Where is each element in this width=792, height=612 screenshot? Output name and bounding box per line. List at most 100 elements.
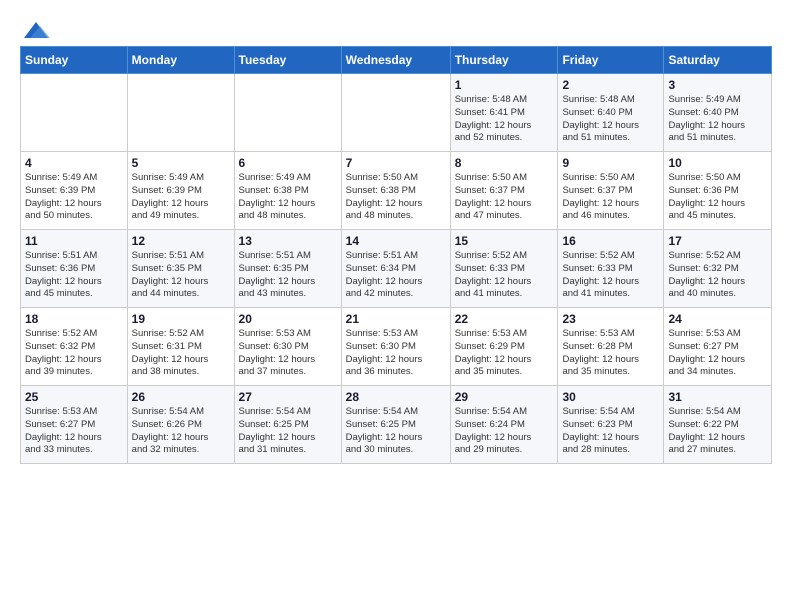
week-row-5: 25 Sunrise: 5:53 AM Sunset: 6:27 PM Dayli…: [21, 386, 772, 464]
day-info: Sunrise: 5:52 AM Sunset: 6:33 PM Dayligh…: [562, 250, 659, 301]
day-cell: 11 Sunrise: 5:51 AM Sunset: 6:36 PM Dayli…: [21, 230, 128, 308]
header-cell-thursday: Thursday: [450, 47, 558, 74]
day-info: Sunrise: 5:52 AM Sunset: 6:31 PM Dayligh…: [132, 328, 230, 379]
day-cell: 30 Sunrise: 5:54 AM Sunset: 6:23 PM Dayli…: [558, 386, 664, 464]
day-number: 1: [455, 78, 554, 92]
day-info: Sunrise: 5:54 AM Sunset: 6:25 PM Dayligh…: [239, 406, 337, 457]
day-cell: 17 Sunrise: 5:52 AM Sunset: 6:32 PM Dayli…: [664, 230, 772, 308]
day-cell: 9 Sunrise: 5:50 AM Sunset: 6:37 PM Daylig…: [558, 152, 664, 230]
day-info: Sunrise: 5:49 AM Sunset: 6:38 PM Dayligh…: [239, 172, 337, 223]
calendar-table: SundayMondayTuesdayWednesdayThursdayFrid…: [20, 46, 772, 464]
day-info: Sunrise: 5:49 AM Sunset: 6:40 PM Dayligh…: [668, 94, 767, 145]
day-cell: 14 Sunrise: 5:51 AM Sunset: 6:34 PM Dayli…: [341, 230, 450, 308]
day-info: Sunrise: 5:53 AM Sunset: 6:30 PM Dayligh…: [239, 328, 337, 379]
day-cell: 27 Sunrise: 5:54 AM Sunset: 6:25 PM Dayli…: [234, 386, 341, 464]
header-cell-sunday: Sunday: [21, 47, 128, 74]
day-number: 2: [562, 78, 659, 92]
day-number: 16: [562, 234, 659, 248]
day-info: Sunrise: 5:53 AM Sunset: 6:27 PM Dayligh…: [25, 406, 123, 457]
header-cell-friday: Friday: [558, 47, 664, 74]
day-cell: 31 Sunrise: 5:54 AM Sunset: 6:22 PM Dayli…: [664, 386, 772, 464]
day-info: Sunrise: 5:54 AM Sunset: 6:25 PM Dayligh…: [346, 406, 446, 457]
day-number: 23: [562, 312, 659, 326]
day-number: 14: [346, 234, 446, 248]
day-cell: 15Sunrise: 5:52 AM Sunset: 6:33 PM Dayli…: [450, 230, 558, 308]
week-row-2: 4 Sunrise: 5:49 AM Sunset: 6:39 PM Daylig…: [21, 152, 772, 230]
day-number: 27: [239, 390, 337, 404]
day-info: Sunrise: 5:53 AM Sunset: 6:28 PM Dayligh…: [562, 328, 659, 379]
day-number: 18: [25, 312, 123, 326]
day-number: 28: [346, 390, 446, 404]
day-number: 4: [25, 156, 123, 170]
header-cell-wednesday: Wednesday: [341, 47, 450, 74]
logo-icon: [22, 20, 50, 40]
day-number: 12: [132, 234, 230, 248]
day-number: 20: [239, 312, 337, 326]
day-number: 9: [562, 156, 659, 170]
day-info: Sunrise: 5:51 AM Sunset: 6:36 PM Dayligh…: [25, 250, 123, 301]
day-number: 8: [455, 156, 554, 170]
week-row-4: 18 Sunrise: 5:52 AM Sunset: 6:32 PM Dayli…: [21, 308, 772, 386]
day-cell: 7 Sunrise: 5:50 AM Sunset: 6:38 PM Daylig…: [341, 152, 450, 230]
day-number: 31: [668, 390, 767, 404]
day-info: Sunrise: 5:51 AM Sunset: 6:35 PM Dayligh…: [132, 250, 230, 301]
day-info: Sunrise: 5:53 AM Sunset: 6:27 PM Dayligh…: [668, 328, 767, 379]
week-row-3: 11 Sunrise: 5:51 AM Sunset: 6:36 PM Dayli…: [21, 230, 772, 308]
day-info: Sunrise: 5:49 AM Sunset: 6:39 PM Dayligh…: [25, 172, 123, 223]
day-info: Sunrise: 5:52 AM Sunset: 6:32 PM Dayligh…: [25, 328, 123, 379]
day-cell: 2 Sunrise: 5:48 AM Sunset: 6:40 PM Daylig…: [558, 74, 664, 152]
day-number: 13: [239, 234, 337, 248]
day-info: Sunrise: 5:54 AM Sunset: 6:23 PM Dayligh…: [562, 406, 659, 457]
day-number: 25: [25, 390, 123, 404]
day-cell: [21, 74, 128, 152]
day-number: 7: [346, 156, 446, 170]
day-info: Sunrise: 5:50 AM Sunset: 6:37 PM Dayligh…: [562, 172, 659, 223]
day-info: Sunrise: 5:54 AM Sunset: 6:24 PM Dayligh…: [455, 406, 554, 457]
day-info: Sunrise: 5:54 AM Sunset: 6:22 PM Dayligh…: [668, 406, 767, 457]
day-info: Sunrise: 5:49 AM Sunset: 6:39 PM Dayligh…: [132, 172, 230, 223]
day-info: Sunrise: 5:50 AM Sunset: 6:37 PM Dayligh…: [455, 172, 554, 223]
day-number: 17: [668, 234, 767, 248]
day-cell: 24Sunrise: 5:53 AM Sunset: 6:27 PM Dayli…: [664, 308, 772, 386]
day-number: 26: [132, 390, 230, 404]
day-cell: 6 Sunrise: 5:49 AM Sunset: 6:38 PM Daylig…: [234, 152, 341, 230]
header-row: SundayMondayTuesdayWednesdayThursdayFrid…: [21, 47, 772, 74]
day-info: Sunrise: 5:48 AM Sunset: 6:41 PM Dayligh…: [455, 94, 554, 145]
day-info: Sunrise: 5:50 AM Sunset: 6:36 PM Dayligh…: [668, 172, 767, 223]
day-cell: 23 Sunrise: 5:53 AM Sunset: 6:28 PM Dayli…: [558, 308, 664, 386]
day-number: 19: [132, 312, 230, 326]
day-cell: 19 Sunrise: 5:52 AM Sunset: 6:31 PM Dayli…: [127, 308, 234, 386]
day-info: Sunrise: 5:50 AM Sunset: 6:38 PM Dayligh…: [346, 172, 446, 223]
day-number: 21: [346, 312, 446, 326]
day-cell: [341, 74, 450, 152]
day-info: Sunrise: 5:51 AM Sunset: 6:34 PM Dayligh…: [346, 250, 446, 301]
logo: [20, 20, 50, 40]
day-cell: 1 Sunrise: 5:48 AM Sunset: 6:41 PM Daylig…: [450, 74, 558, 152]
day-info: Sunrise: 5:54 AM Sunset: 6:26 PM Dayligh…: [132, 406, 230, 457]
day-number: 30: [562, 390, 659, 404]
day-cell: 8 Sunrise: 5:50 AM Sunset: 6:37 PM Daylig…: [450, 152, 558, 230]
day-cell: 22 Sunrise: 5:53 AM Sunset: 6:29 PM Dayli…: [450, 308, 558, 386]
day-cell: 12 Sunrise: 5:51 AM Sunset: 6:35 PM Dayli…: [127, 230, 234, 308]
day-number: 3: [668, 78, 767, 92]
day-info: Sunrise: 5:48 AM Sunset: 6:40 PM Dayligh…: [562, 94, 659, 145]
day-cell: 28 Sunrise: 5:54 AM Sunset: 6:25 PM Dayli…: [341, 386, 450, 464]
day-info: Sunrise: 5:53 AM Sunset: 6:29 PM Dayligh…: [455, 328, 554, 379]
day-cell: 25 Sunrise: 5:53 AM Sunset: 6:27 PM Dayli…: [21, 386, 128, 464]
day-number: 22: [455, 312, 554, 326]
header-cell-saturday: Saturday: [664, 47, 772, 74]
day-info: Sunrise: 5:52 AM Sunset: 6:32 PM Dayligh…: [668, 250, 767, 301]
day-cell: 3 Sunrise: 5:49 AM Sunset: 6:40 PM Daylig…: [664, 74, 772, 152]
day-number: 5: [132, 156, 230, 170]
day-number: 6: [239, 156, 337, 170]
header-cell-monday: Monday: [127, 47, 234, 74]
page-header: [20, 16, 772, 40]
day-info: Sunrise: 5:51 AM Sunset: 6:35 PM Dayligh…: [239, 250, 337, 301]
day-cell: 10Sunrise: 5:50 AM Sunset: 6:36 PM Dayli…: [664, 152, 772, 230]
day-number: 11: [25, 234, 123, 248]
day-cell: 20 Sunrise: 5:53 AM Sunset: 6:30 PM Dayli…: [234, 308, 341, 386]
header-cell-tuesday: Tuesday: [234, 47, 341, 74]
day-cell: 5 Sunrise: 5:49 AM Sunset: 6:39 PM Daylig…: [127, 152, 234, 230]
day-cell: 21Sunrise: 5:53 AM Sunset: 6:30 PM Dayli…: [341, 308, 450, 386]
week-row-1: 1 Sunrise: 5:48 AM Sunset: 6:41 PM Daylig…: [21, 74, 772, 152]
